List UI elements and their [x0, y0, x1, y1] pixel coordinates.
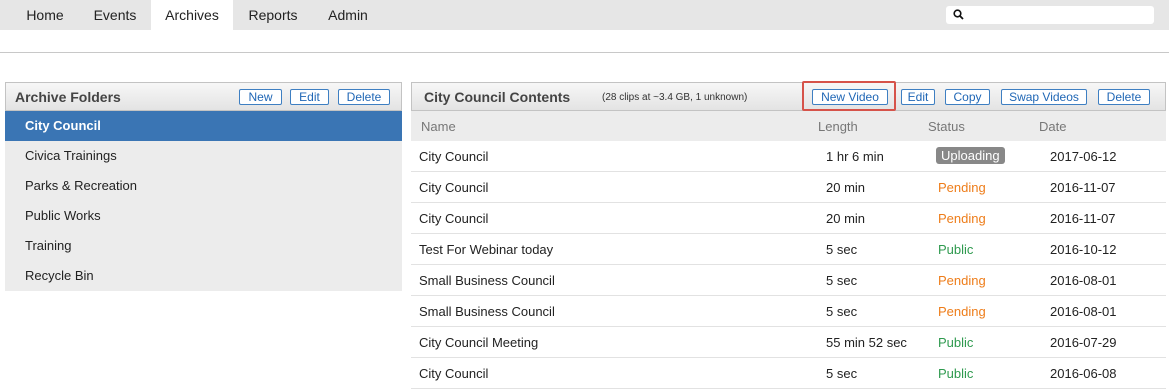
contents-header: City Council Contents (28 clips at ~3.4 … [411, 82, 1166, 111]
table-header: Name Length Status Date [411, 111, 1166, 141]
cell-name: City Council [419, 180, 489, 195]
cell-name: Small Business Council [419, 273, 555, 288]
delete-video-button[interactable]: Delete [1098, 89, 1150, 105]
nav-tab-reports[interactable]: Reports [233, 0, 313, 30]
status-badge: Pending [938, 273, 986, 288]
cell-length: 1 hr 6 min [826, 149, 884, 164]
table-row[interactable]: City Council 20 min Pending 2016-11-07 [411, 172, 1166, 203]
cell-length: 55 min 52 sec [826, 335, 907, 350]
cell-length: 20 min [826, 211, 866, 226]
cell-name: Small Business Council [419, 304, 555, 319]
folder-item-parks-recreation[interactable]: Parks & Recreation [5, 171, 402, 201]
cell-date: 2016-11-07 [1050, 180, 1116, 195]
contents-summary: (28 clips at ~3.4 GB, 1 unknown) [602, 92, 748, 103]
folder-item-recycle-bin[interactable]: Recycle Bin [5, 261, 402, 291]
cell-date: 2016-06-08 [1050, 366, 1117, 381]
nav-tab-home[interactable]: Home [10, 0, 80, 30]
status-badge: Pending [938, 180, 986, 195]
table-row[interactable]: Test For Webinar today 5 sec Public 2016-10… [411, 234, 1166, 265]
status-badge: Pending [938, 304, 986, 319]
contents-title: City Council Contents [424, 89, 571, 105]
folder-list: City Council Civica Trainings Parks & Re… [5, 111, 402, 291]
column-header-length[interactable]: Length [818, 119, 858, 134]
status-badge: Public [938, 335, 974, 350]
cell-date: 2016-07-29 [1050, 335, 1117, 350]
status-badge: Public [938, 366, 974, 381]
nav-tab-events[interactable]: Events [80, 0, 150, 30]
cell-name: City Council [419, 149, 489, 164]
search-icon [953, 9, 964, 20]
edit-video-button[interactable]: Edit [901, 89, 935, 105]
nav-tab-admin[interactable]: Admin [313, 0, 383, 30]
nav-tab-archives[interactable]: Archives [151, 0, 233, 30]
new-folder-button[interactable]: New [239, 89, 282, 105]
cell-date: 2016-08-01 [1050, 304, 1117, 319]
table-row[interactable]: Small Business Council 5 sec Pending 2016-0… [411, 265, 1166, 296]
cell-length: 5 sec [826, 366, 858, 381]
table-row[interactable]: City Council 20 min Pending 2016-11-07 [411, 203, 1166, 234]
folder-item-civica-trainings[interactable]: Civica Trainings [5, 141, 402, 171]
cell-length: 20 min [826, 180, 866, 195]
delete-folder-button[interactable]: Delete [338, 89, 390, 105]
cell-name: City Council [419, 366, 489, 381]
column-header-status[interactable]: Status [928, 119, 965, 134]
table-row[interactable]: City Council 1 hr 6 min Uploading 2017-06-1… [411, 141, 1166, 172]
archive-folders-title: Archive Folders [15, 89, 121, 105]
table-row[interactable]: City Council Meeting 55 min 52 sec Public 2… [411, 327, 1166, 358]
table-row[interactable]: Small Business Council 5 sec Pending 2016-0… [411, 296, 1166, 327]
column-header-date[interactable]: Date [1039, 119, 1066, 134]
cell-length: 5 sec [826, 304, 858, 319]
cell-name: City Council Meeting [419, 335, 539, 350]
table-row[interactable]: City Council 5 sec Public 2016-06-08 [411, 358, 1166, 389]
cell-name: Test For Webinar today [419, 242, 554, 257]
cell-date: 2016-10-12 [1050, 242, 1117, 257]
cell-date: 2017-06-12 [1050, 149, 1117, 164]
folder-item-training[interactable]: Training [5, 231, 402, 261]
edit-folder-button[interactable]: Edit [290, 89, 329, 105]
search-box [946, 6, 1154, 24]
archive-folders-header: Archive Folders New Edit Delete [5, 82, 402, 111]
search-input[interactable] [968, 7, 1148, 23]
top-nav: Home Events Archives Reports Admin [0, 0, 1169, 30]
status-badge: Pending [938, 211, 986, 226]
copy-video-button[interactable]: Copy [945, 89, 990, 105]
folder-item-public-works[interactable]: Public Works [5, 201, 402, 231]
cell-date: 2016-08-01 [1050, 273, 1117, 288]
cell-length: 5 sec [826, 242, 858, 257]
folder-item-city-council[interactable]: City Council [5, 111, 402, 141]
status-badge: Public [938, 242, 974, 257]
header-divider [0, 52, 1169, 53]
cell-date: 2016-11-07 [1050, 211, 1116, 226]
status-badge: Uploading [936, 147, 1005, 164]
swap-videos-button[interactable]: Swap Videos [1001, 89, 1087, 105]
new-video-highlight [802, 81, 896, 111]
cell-name: City Council [419, 211, 489, 226]
column-header-name[interactable]: Name [421, 119, 456, 134]
cell-length: 5 sec [826, 273, 858, 288]
